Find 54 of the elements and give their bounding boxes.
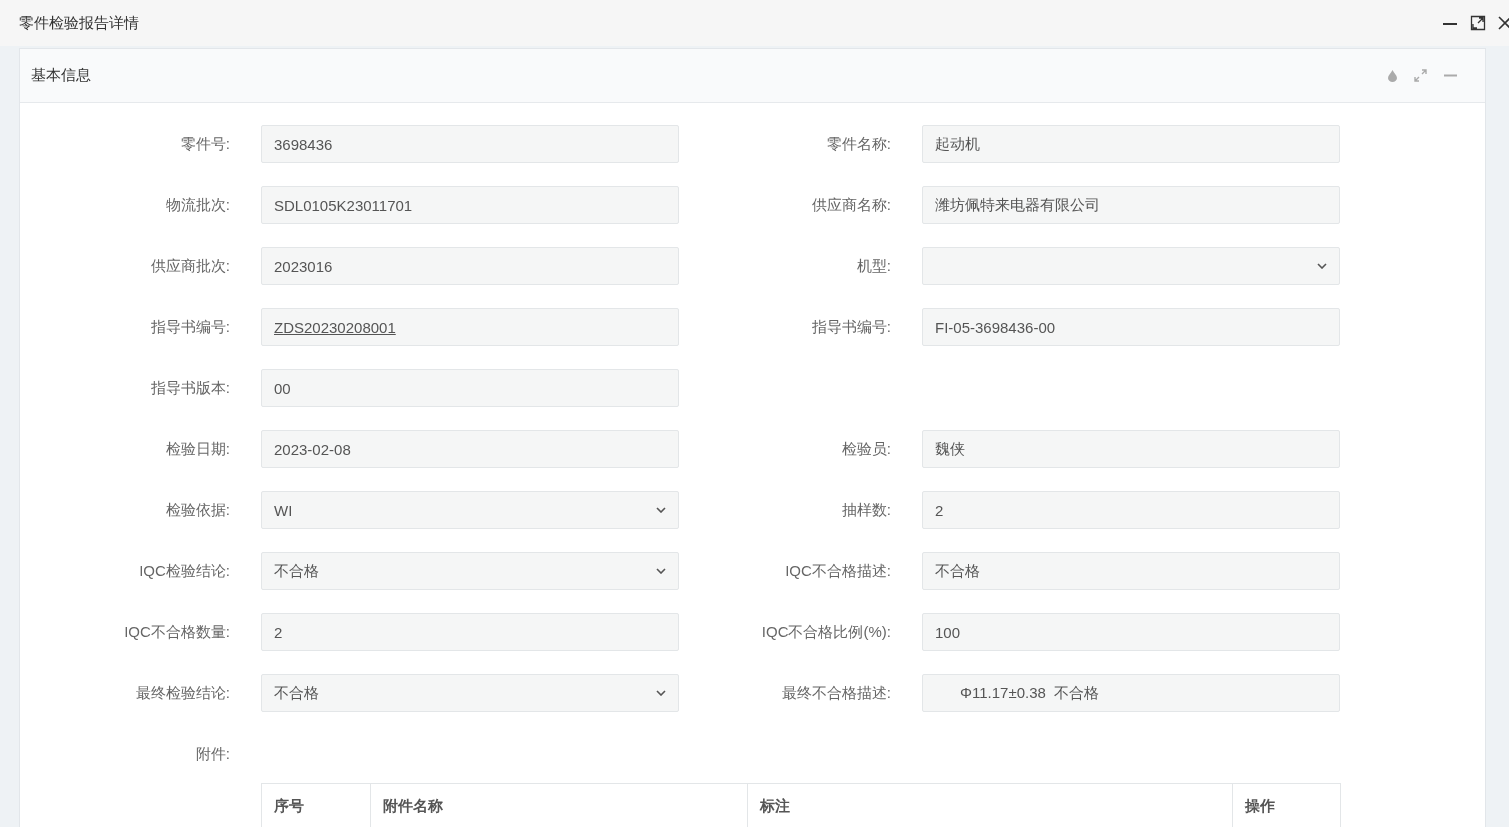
select-field[interactable]: 不合格 bbox=[261, 674, 679, 712]
input-field[interactable]: 潍坊佩特来电器有限公司 bbox=[922, 186, 1340, 224]
input-field[interactable]: 2 bbox=[922, 491, 1340, 529]
field-label: 零件名称: bbox=[825, 134, 891, 154]
field-label: 最终检验结论: bbox=[134, 683, 230, 703]
field-label: 零件号: bbox=[179, 134, 230, 154]
input-field[interactable]: 2 bbox=[261, 613, 679, 651]
field-label: 抽样数: bbox=[840, 500, 891, 520]
input-field[interactable]: ZDS20230208001 bbox=[261, 308, 679, 346]
input-field[interactable]: Φ11.17±0.38 不合格 bbox=[922, 674, 1340, 712]
input-field[interactable]: FI-05-3698436-00 bbox=[922, 308, 1340, 346]
input-field[interactable]: 起动机 bbox=[922, 125, 1340, 163]
input-field[interactable]: SDL0105K23011701 bbox=[261, 186, 679, 224]
field-label: 附件: bbox=[194, 744, 230, 764]
select-field[interactable] bbox=[922, 247, 1340, 285]
input-field[interactable]: 100 bbox=[922, 613, 1340, 651]
field-label: IQC不合格比例(%): bbox=[760, 622, 891, 642]
field-label: 物流批次: bbox=[164, 195, 230, 215]
field-label: IQC检验结论: bbox=[138, 561, 230, 581]
panel-title: 基本信息 bbox=[31, 66, 91, 85]
window-title: 零件检验报告详情 bbox=[19, 13, 139, 33]
caret-icon bbox=[656, 690, 666, 696]
expand-icon[interactable] bbox=[1414, 69, 1427, 82]
input-field[interactable]: 00 bbox=[261, 369, 679, 407]
column-header: 序号 bbox=[261, 783, 371, 827]
select-field[interactable]: 不合格 bbox=[261, 552, 679, 590]
field-label: 检验员: bbox=[840, 439, 891, 459]
input-field[interactable]: 2023-02-08 bbox=[261, 430, 679, 468]
column-header: 附件名称 bbox=[370, 783, 748, 827]
field-label: 供应商名称: bbox=[810, 195, 891, 215]
field-label: IQC不合格描述: bbox=[784, 561, 891, 581]
input-field[interactable]: 2023016 bbox=[261, 247, 679, 285]
input-field[interactable]: 不合格 bbox=[922, 552, 1340, 590]
select-field[interactable]: WI bbox=[261, 491, 679, 529]
field-label: 最终不合格描述: bbox=[780, 683, 891, 703]
field-label: 指导书编号: bbox=[149, 317, 230, 337]
close-icon[interactable] bbox=[1498, 16, 1509, 30]
input-field[interactable]: 魏侠 bbox=[922, 430, 1340, 468]
caret-icon bbox=[656, 507, 666, 513]
document-link[interactable]: ZDS20230208001 bbox=[274, 318, 396, 336]
field-label: IQC不合格数量: bbox=[123, 622, 230, 642]
caret-icon bbox=[656, 568, 666, 574]
field-label: 检验依据: bbox=[164, 500, 230, 520]
field-label: 指导书版本: bbox=[149, 378, 230, 398]
column-header: 操作 bbox=[1232, 783, 1341, 827]
drop-icon[interactable] bbox=[1388, 69, 1397, 82]
field-label: 指导书编号: bbox=[810, 317, 891, 337]
caret-icon bbox=[1317, 263, 1327, 269]
column-header: 标注 bbox=[747, 783, 1233, 827]
field-label: 机型: bbox=[855, 256, 891, 276]
field-label: 检验日期: bbox=[164, 439, 230, 459]
maximize-icon[interactable] bbox=[1470, 15, 1486, 31]
field-label: 供应商批次: bbox=[149, 256, 230, 276]
input-field[interactable]: 3698436 bbox=[261, 125, 679, 163]
